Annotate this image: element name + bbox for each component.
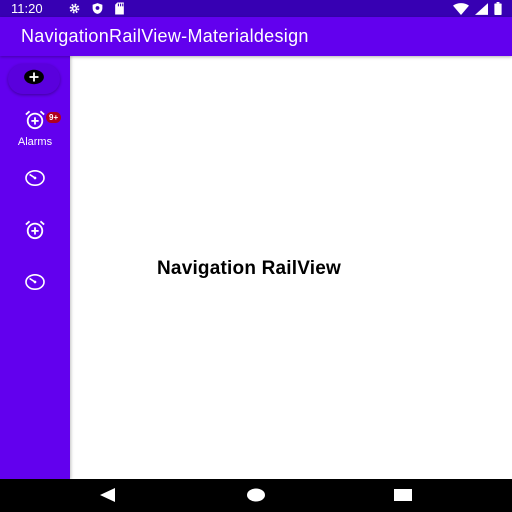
signal-icon — [475, 2, 488, 18]
app-bar: NavigationRailView-Materialdesign — [0, 17, 512, 56]
rail-item-alarm-2[interactable] — [0, 209, 70, 255]
notification-badge: 9+ — [46, 112, 62, 123]
status-time: 11:20 — [11, 1, 43, 16]
rail-item-alarms[interactable]: Alarms 9+ — [0, 106, 70, 152]
screen: 11:20 NavigationRailView-Materialdesign … — [0, 0, 512, 512]
navigation-rail: Alarms 9+ — [0, 56, 70, 479]
recents-icon[interactable] — [394, 487, 412, 508]
add-icon — [23, 68, 45, 91]
rail-item-timer-1[interactable] — [0, 157, 70, 203]
home-icon[interactable] — [246, 487, 266, 508]
app-title: NavigationRailView-Materialdesign — [21, 26, 309, 46]
shield-icon — [91, 2, 104, 18]
system-nav-bar — [0, 479, 512, 512]
alarm-add-icon — [24, 220, 46, 245]
content-title: Navigation RailView — [157, 258, 342, 279]
gear-icon — [68, 2, 81, 18]
timer-icon — [24, 169, 46, 192]
timer-icon — [24, 273, 46, 296]
sd-card-icon — [114, 2, 125, 18]
rail-item-label: Alarms — [17, 136, 53, 148]
fab-button[interactable] — [8, 64, 60, 94]
battery-icon — [494, 2, 502, 18]
back-icon[interactable] — [98, 487, 116, 508]
alarm-add-icon — [24, 110, 46, 135]
status-icons-right — [453, 2, 502, 18]
wifi-icon — [453, 2, 469, 18]
main-content: Navigation RailView — [70, 56, 512, 479]
rail-item-timer-2[interactable] — [0, 261, 70, 307]
status-bar: 11:20 — [0, 0, 512, 17]
status-icons-left — [68, 2, 125, 18]
